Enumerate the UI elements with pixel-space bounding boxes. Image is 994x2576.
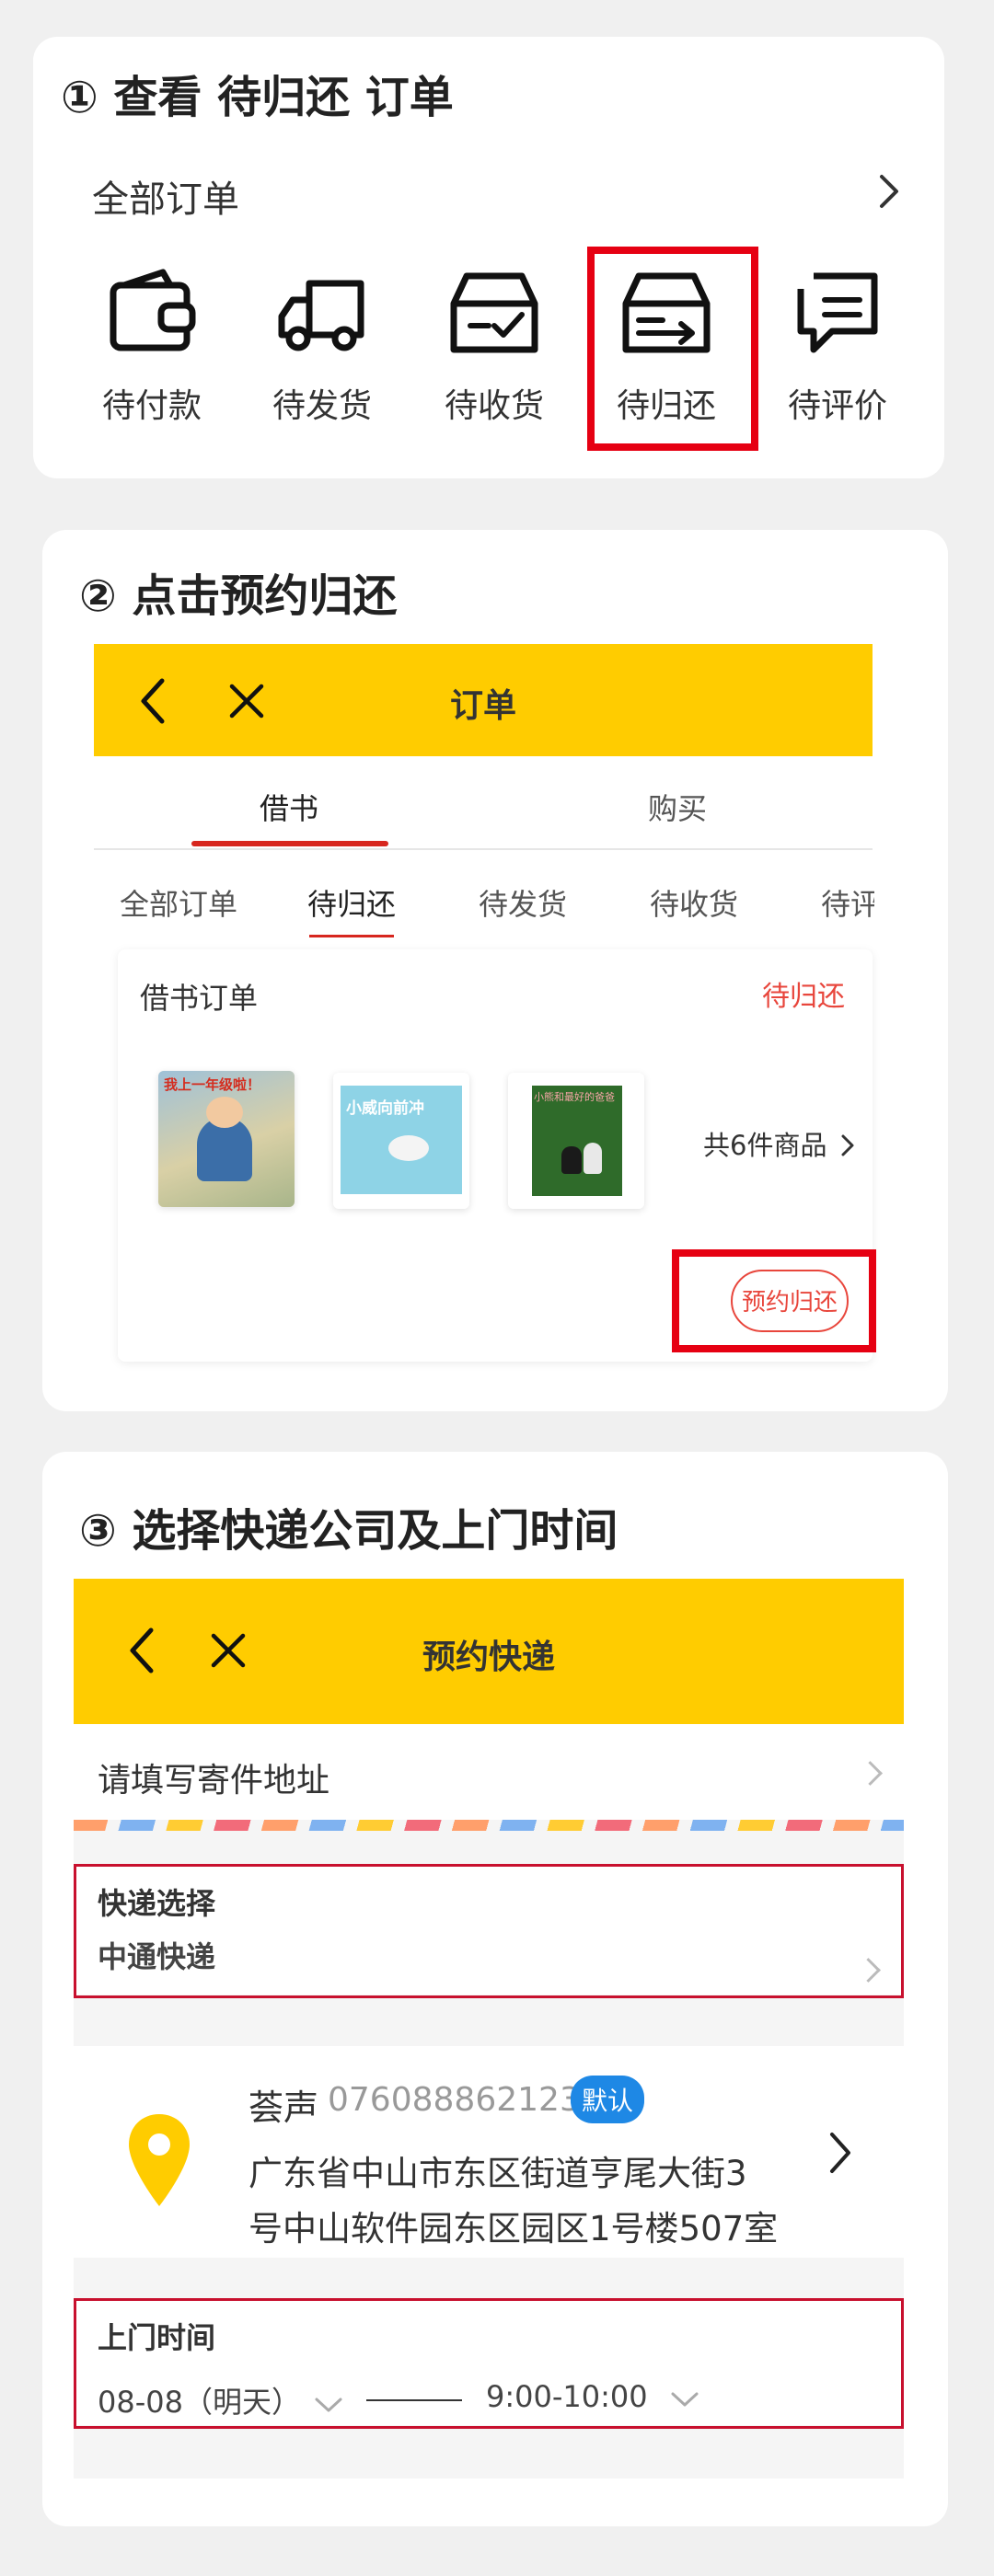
subtab-pending-receipt[interactable]: 待收货 <box>650 881 738 924</box>
location-pin-icon <box>129 2114 190 2206</box>
order-header-title: 订单 <box>449 687 516 725</box>
tab-divider <box>94 848 873 850</box>
book-cover-3-title: 小熊和最好的爸爸 <box>534 1091 615 1103</box>
order-label-pending-review: 待评价 <box>787 387 887 425</box>
step1-title: ① 查看 待归还 订单 <box>61 72 454 123</box>
book-cover-3[interactable]: 小熊和最好的爸爸 <box>508 1073 644 1209</box>
contact-name: 荟声 <box>248 2087 319 2128</box>
highlight-courier <box>74 1864 904 1998</box>
wallet-icon <box>110 269 196 351</box>
sender-address-row[interactable]: 请填写寄件地址 <box>74 1724 904 1820</box>
sender-address-placeholder: 请填写寄件地址 <box>98 1762 330 1800</box>
step2-title: ② 点击预约归还 <box>79 570 398 622</box>
highlight-return-button <box>672 1249 876 1352</box>
book-cover-1[interactable]: 我上一年级啦！ <box>158 1071 295 1207</box>
subtab-all-orders[interactable]: 全部订单 <box>120 881 237 924</box>
order-label-pending-payment: 待付款 <box>101 387 202 425</box>
book-cover-2[interactable]: 小威向前冲 <box>333 1073 469 1209</box>
order-card-status: 待归还 <box>762 981 845 1013</box>
tab-borrow[interactable]: 借书 <box>260 786 318 828</box>
step3-title: ③ 选择快递公司及上门时间 <box>79 1505 618 1557</box>
contact-card[interactable]: 荟声 076088862123 默认 广东省中山市东区街道亨尾大街3 号中山软件… <box>74 2046 904 2258</box>
order-header-bar: 订单 <box>94 644 873 756</box>
subtab-pending-return[interactable]: 待归还 <box>307 881 396 924</box>
book-cover-1-title: 我上一年级啦！ <box>164 1076 261 1093</box>
box-check-icon <box>450 272 538 353</box>
book-cover-2-title: 小威向前冲 <box>346 1099 424 1118</box>
contact-phone: 076088862123 <box>328 2081 581 2119</box>
comment-icon <box>797 272 878 353</box>
default-badge: 默认 <box>571 2076 645 2123</box>
highlight-pickup-time <box>74 2298 904 2429</box>
address-line-1: 广东省中山市东区街道亨尾大街3 <box>248 2154 747 2193</box>
subtab-underline <box>309 935 394 937</box>
chevron-right-icon <box>880 175 898 208</box>
order-label-pending-shipment: 待发货 <box>272 387 372 425</box>
chevron-right-icon <box>858 1761 883 1786</box>
tab-buy[interactable]: 购买 <box>648 786 707 828</box>
express-header-title: 预约快递 <box>422 1639 555 1676</box>
book-count[interactable]: 共6件商品 <box>703 1124 856 1163</box>
all-orders-row[interactable]: 全部订单 <box>92 166 902 224</box>
chevron-right-icon <box>841 1134 854 1156</box>
book-count-text: 共6件商品 <box>703 1130 827 1161</box>
truck-icon <box>278 280 364 351</box>
express-header-bar: 预约快递 <box>74 1579 904 1724</box>
chevron-right-icon <box>830 2133 850 2173</box>
tab-borrow-underline <box>191 841 388 846</box>
subtab-pending-review[interactable]: 待评 <box>821 881 874 924</box>
address-line-2: 号中山软件园东区园区1号楼507室 <box>248 2209 779 2248</box>
highlight-pending-return <box>587 247 758 451</box>
order-card-title: 借书订单 <box>140 981 259 1016</box>
all-orders-label: 全部订单 <box>92 178 239 221</box>
envelope-stripe <box>74 1820 904 1831</box>
order-label-pending-receipt: 待收货 <box>444 387 544 425</box>
subtab-pending-shipment[interactable]: 待发货 <box>479 881 567 924</box>
